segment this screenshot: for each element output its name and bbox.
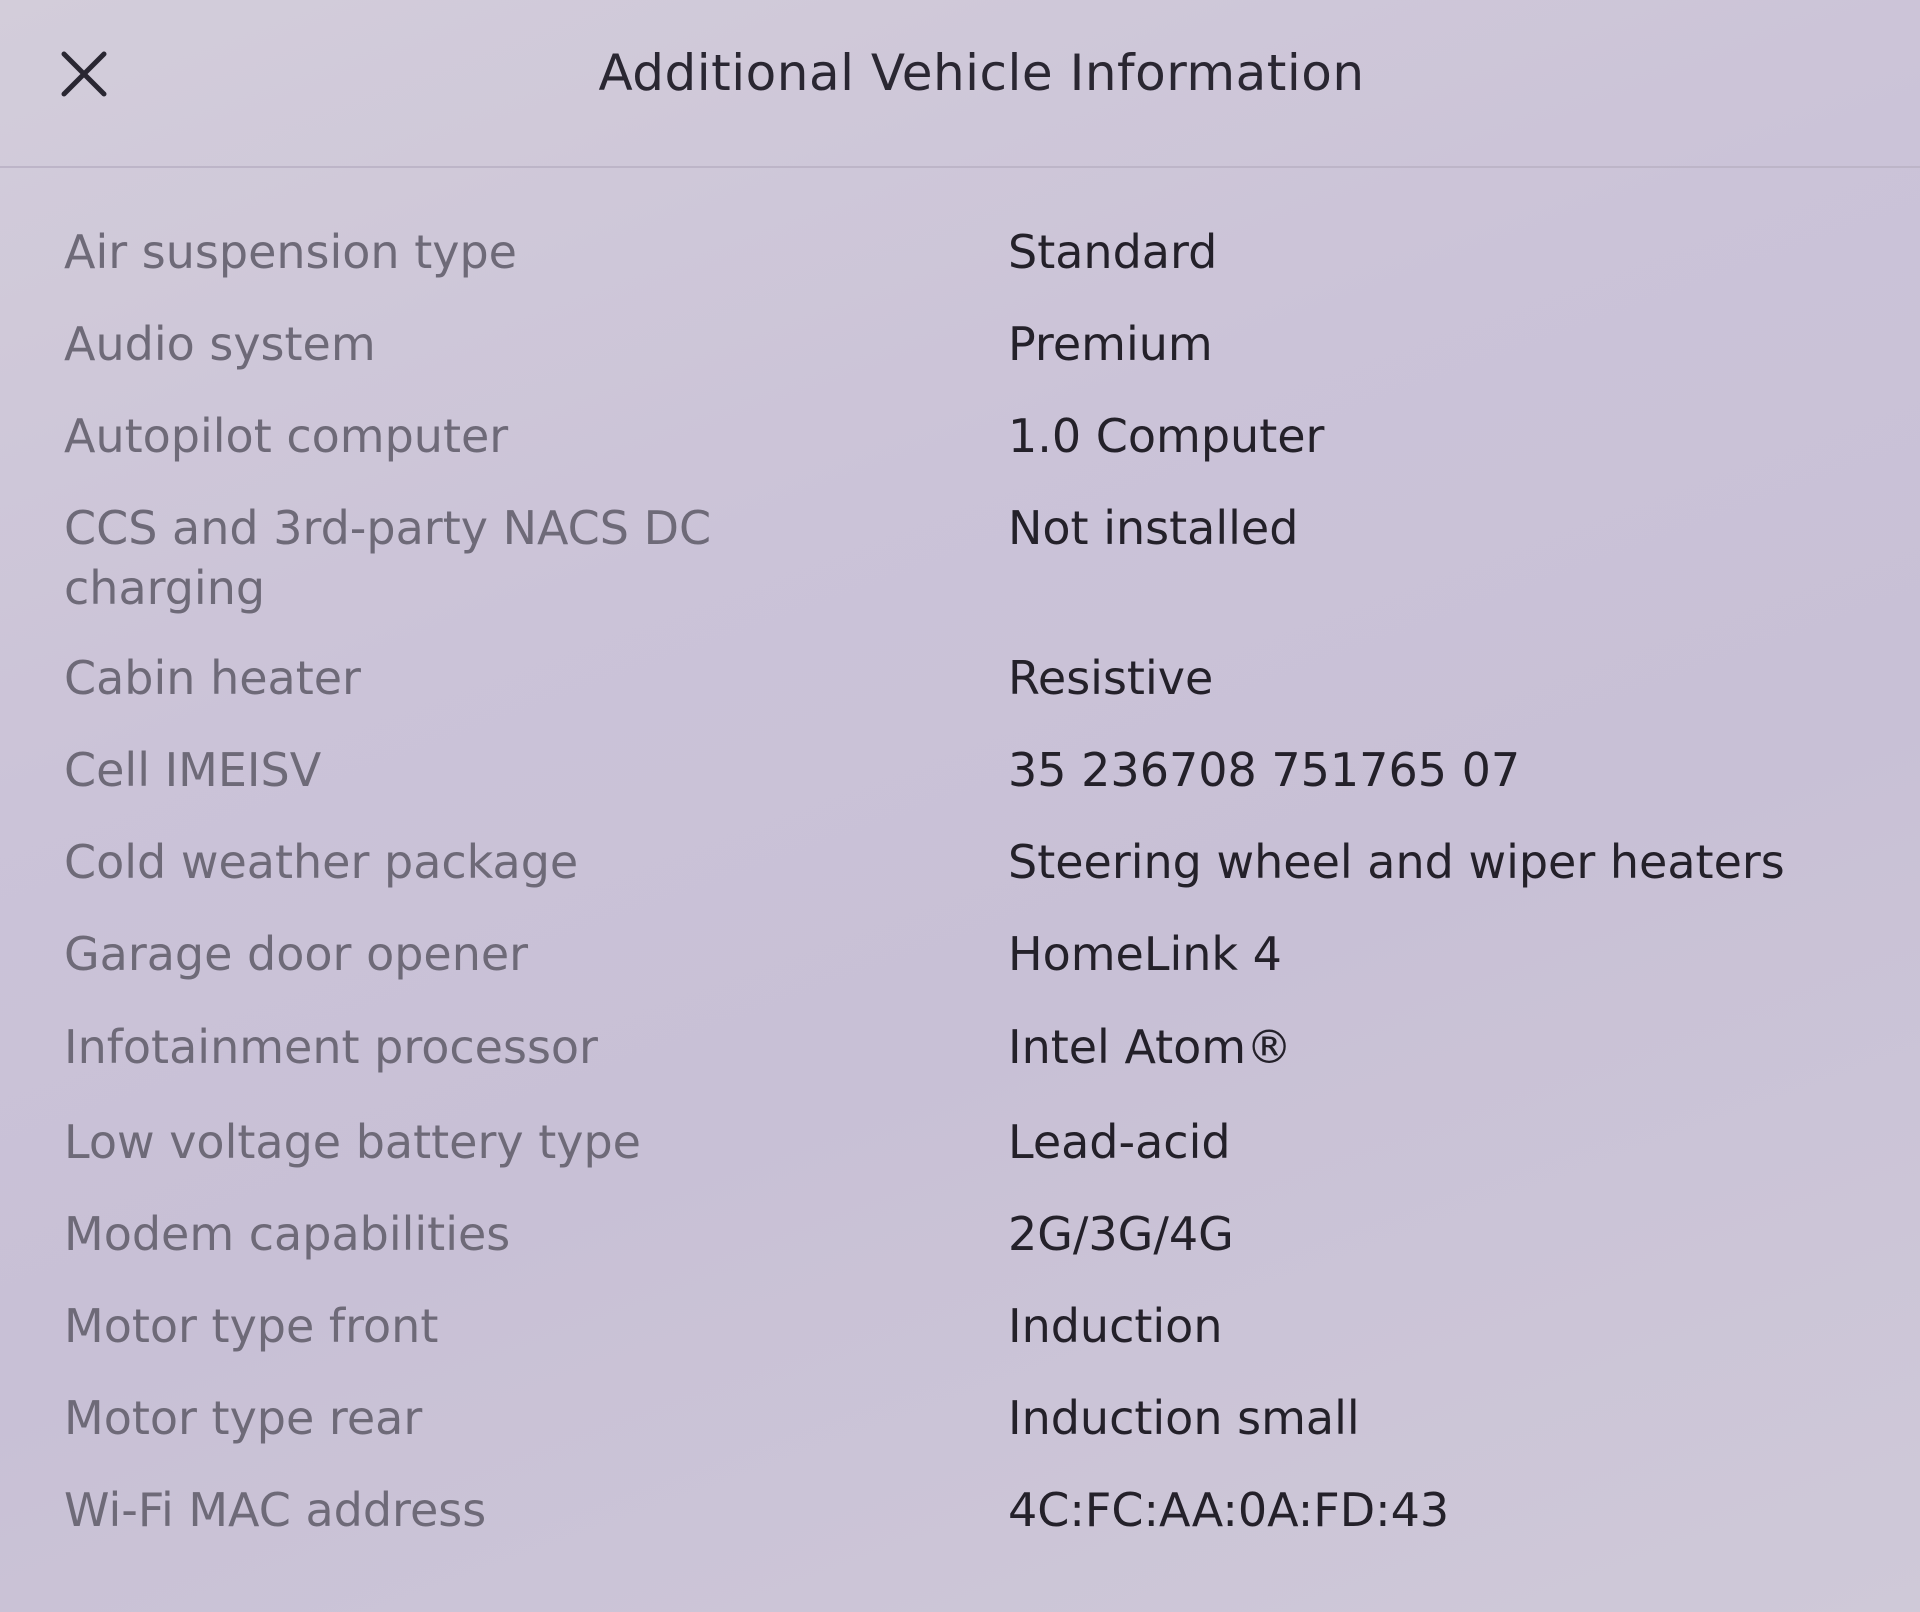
info-row-label: Infotainment processor (64, 1020, 598, 1074)
info-row-label: Cell IMEISV (64, 743, 322, 797)
info-row-label: Autopilot computer (64, 409, 509, 463)
info-row-value: Not installed (1008, 501, 1299, 555)
info-row-label: Motor type rear (64, 1391, 423, 1445)
info-row-value: Resistive (1008, 651, 1214, 705)
dialog-title: Additional Vehicle Information (598, 44, 1365, 102)
info-row-label: CCS and 3rd-party NACS DC charging (64, 501, 712, 615)
info-row-value: 1.0 Computer (1008, 409, 1325, 463)
info-row-value: HomeLink 4 (1008, 927, 1282, 981)
info-row-value: Standard (1008, 225, 1218, 279)
info-row-label: Low voltage battery type (64, 1115, 641, 1169)
info-row-label: Audio system (64, 317, 376, 371)
info-row-label: Motor type front (64, 1299, 439, 1353)
info-row-value: Premium (1008, 317, 1213, 371)
vehicle-info-screen: Additional Vehicle Information Air suspe… (0, 0, 1920, 1612)
info-row-value: Lead-acid (1008, 1115, 1231, 1169)
info-row-value: Induction small (1008, 1391, 1360, 1445)
info-row-value: Induction (1008, 1299, 1223, 1353)
info-row-value: Steering wheel and wiper heaters (1008, 835, 1785, 889)
info-row-value: 2G/3G/4G (1008, 1207, 1234, 1261)
info-row-value: 35 236708 751765 07 (1008, 743, 1521, 797)
info-row-label: Modem capabilities (64, 1207, 511, 1261)
info-row-label: Air suspension type (64, 225, 517, 279)
info-row-label: Cold weather package (64, 835, 579, 889)
info-row-value: Intel Atom® (1008, 1020, 1293, 1074)
dialog-header: Additional Vehicle Information (0, 0, 1920, 168)
info-row-label: Garage door opener (64, 927, 529, 981)
info-row-value: 4C:FC:AA:0A:FD:43 (1008, 1483, 1450, 1537)
info-row-label: Cabin heater (64, 651, 361, 705)
info-row-label: Wi-Fi MAC address (64, 1483, 487, 1537)
